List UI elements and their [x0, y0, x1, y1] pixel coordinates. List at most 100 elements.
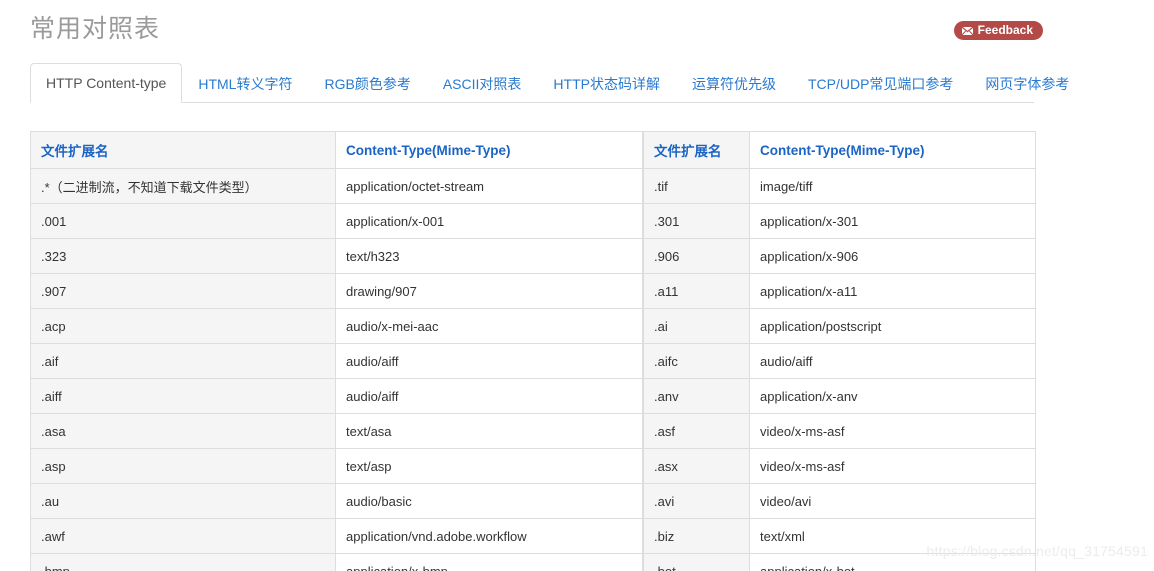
tab-bar: HTTP Content-type HTML转义字符 RGB颜色参考 ASCII对照表… — [30, 63, 1069, 103]
tab-3[interactable]: ASCII对照表 — [427, 64, 538, 103]
table-row: .a11 application/x-a11 — [643, 273, 1036, 309]
table-row: .bmp application/x-bmp — [30, 553, 643, 571]
page-header: 常用对照表 Feedback — [0, 0, 1154, 62]
table-row: .avi video/avi — [643, 483, 1036, 519]
table-header-row: 文件扩展名 Content-Type(Mime-Type) — [643, 131, 1036, 169]
cell-mimetype: text/h323 — [335, 238, 643, 274]
table-header-left: 文件扩展名 Content-Type(Mime-Type) — [30, 131, 643, 169]
cell-mimetype: application/x-301 — [749, 203, 1036, 239]
table-header-row: 文件扩展名 Content-Type(Mime-Type) — [30, 131, 643, 169]
tab-list: HTTP Content-type HTML转义字符 RGB颜色参考 ASCII对照表… — [30, 63, 1069, 103]
cell-extension: .anv — [643, 378, 750, 414]
cell-extension: .906 — [643, 238, 750, 274]
table-row: .907 drawing/907 — [30, 273, 643, 309]
envelope-icon — [960, 25, 974, 36]
cell-extension: .awf — [30, 518, 336, 554]
cell-extension: .aif — [30, 343, 336, 379]
cell-mimetype: application/x-anv — [749, 378, 1036, 414]
cell-mimetype: application/x-a11 — [749, 273, 1036, 309]
cell-extension: .301 — [643, 203, 750, 239]
page-title: 常用对照表 — [30, 15, 161, 43]
cell-extension: .bmp — [30, 553, 336, 571]
feedback-button[interactable]: Feedback — [953, 21, 1043, 40]
cell-mimetype: application/postscript — [749, 308, 1036, 344]
cell-extension: .avi — [643, 483, 750, 519]
cell-extension: .323 — [30, 238, 336, 274]
cell-extension: .acp — [30, 308, 336, 344]
table-body-right: .tif image/tiff .301 application/x-301.906 a… — [643, 168, 1036, 571]
cell-extension: .au — [30, 483, 336, 519]
cell-mimetype: application/x-bmp — [335, 553, 643, 571]
table-row: .323 text/h323 — [30, 238, 643, 274]
table-row: .asp text/asp — [30, 448, 643, 484]
table-row: .aiff audio/aiff — [30, 378, 643, 414]
cell-mimetype: text/asa — [335, 413, 643, 449]
table-header-right: 文件扩展名 Content-Type(Mime-Type) — [643, 131, 1036, 169]
cell-extension: .asp — [30, 448, 336, 484]
cell-mimetype: text/xml — [749, 518, 1036, 554]
tab-4[interactable]: HTTP状态码详解 — [537, 64, 676, 103]
cell-extension: .asf — [643, 413, 750, 449]
content-type-table-right: 文件扩展名 Content-Type(Mime-Type) .tif image/… — [643, 131, 1036, 571]
cell-extension: .ai — [643, 308, 750, 344]
cell-extension: .biz — [643, 518, 750, 554]
cell-extension: .bot — [643, 553, 750, 571]
cell-extension: .*（二进制流，不知道下载文件类型） — [30, 168, 336, 204]
table-row: .awf application/vnd.adobe.workflow — [30, 518, 643, 554]
tab-5[interactable]: 运算符优先级 — [676, 64, 792, 103]
page-root: 常用对照表 Feedback HTTP Content-type HTML转义字符… — [0, 0, 1154, 571]
cell-extension: .asx — [643, 448, 750, 484]
cell-mimetype: video/avi — [749, 483, 1036, 519]
table-row: .bot application/x-bot — [643, 553, 1036, 571]
tab-6[interactable]: TCP/UDP常见端口参考 — [792, 64, 969, 103]
cell-mimetype: audio/x-mei-aac — [335, 308, 643, 344]
tab-7[interactable]: 网页字体参考 — [969, 64, 1085, 103]
table-row: .906 application/x-906 — [643, 238, 1036, 274]
table-row: .au audio/basic — [30, 483, 643, 519]
cell-extension: .001 — [30, 203, 336, 239]
tab-2[interactable]: RGB颜色参考 — [308, 64, 426, 103]
cell-mimetype: application/octet-stream — [335, 168, 643, 204]
cell-mimetype: application/vnd.adobe.workflow — [335, 518, 643, 554]
content-type-table-left: 文件扩展名 Content-Type(Mime-Type) .*（二进制流，不知… — [30, 131, 643, 571]
table-row: .tif image/tiff — [643, 168, 1036, 204]
table-row: .asa text/asa — [30, 413, 643, 449]
cell-extension: .907 — [30, 273, 336, 309]
cell-extension: .aifc — [643, 343, 750, 379]
table-row: .asf video/x-ms-asf — [643, 413, 1036, 449]
cell-mimetype: application/x-906 — [749, 238, 1036, 274]
table-row: .asx video/x-ms-asf — [643, 448, 1036, 484]
column-header-mimetype: Content-Type(Mime-Type) — [749, 131, 1036, 169]
table-row: .001 application/x-001 — [30, 203, 643, 239]
cell-mimetype: drawing/907 — [335, 273, 643, 309]
table-row: .acp audio/x-mei-aac — [30, 308, 643, 344]
cell-extension: .a11 — [643, 273, 750, 309]
tab-1[interactable]: HTML转义字符 — [182, 64, 308, 103]
cell-mimetype: application/x-001 — [335, 203, 643, 239]
table-row: .anv application/x-anv — [643, 378, 1036, 414]
cell-mimetype: image/tiff — [749, 168, 1036, 204]
column-header-extension: 文件扩展名 — [643, 131, 750, 169]
cell-mimetype: text/asp — [335, 448, 643, 484]
cell-extension: .asa — [30, 413, 336, 449]
table-row: .aifc audio/aiff — [643, 343, 1036, 379]
table-row: .aif audio/aiff — [30, 343, 643, 379]
feedback-label: Feedback — [977, 23, 1033, 37]
cell-mimetype: audio/aiff — [335, 378, 643, 414]
table-body-left: .*（二进制流，不知道下载文件类型） application/octet-stre… — [30, 168, 643, 571]
cell-mimetype: audio/aiff — [335, 343, 643, 379]
tab-0[interactable]: HTTP Content-type — [30, 63, 183, 103]
cell-mimetype: audio/basic — [335, 483, 643, 519]
cell-mimetype: application/x-bot — [749, 553, 1036, 571]
reference-tables: 文件扩展名 Content-Type(Mime-Type) .*（二进制流，不知… — [30, 131, 1036, 571]
table-row: .*（二进制流，不知道下载文件类型） application/octet-stre… — [30, 168, 643, 204]
column-header-extension: 文件扩展名 — [30, 131, 336, 169]
cell-extension: .tif — [643, 168, 750, 204]
cell-mimetype: video/x-ms-asf — [749, 448, 1036, 484]
cell-mimetype: audio/aiff — [749, 343, 1036, 379]
cell-extension: .aiff — [30, 378, 336, 414]
table-row: .301 application/x-301 — [643, 203, 1036, 239]
table-row: .biz text/xml — [643, 518, 1036, 554]
column-header-mimetype: Content-Type(Mime-Type) — [335, 131, 643, 169]
table-row: .ai application/postscript — [643, 308, 1036, 344]
